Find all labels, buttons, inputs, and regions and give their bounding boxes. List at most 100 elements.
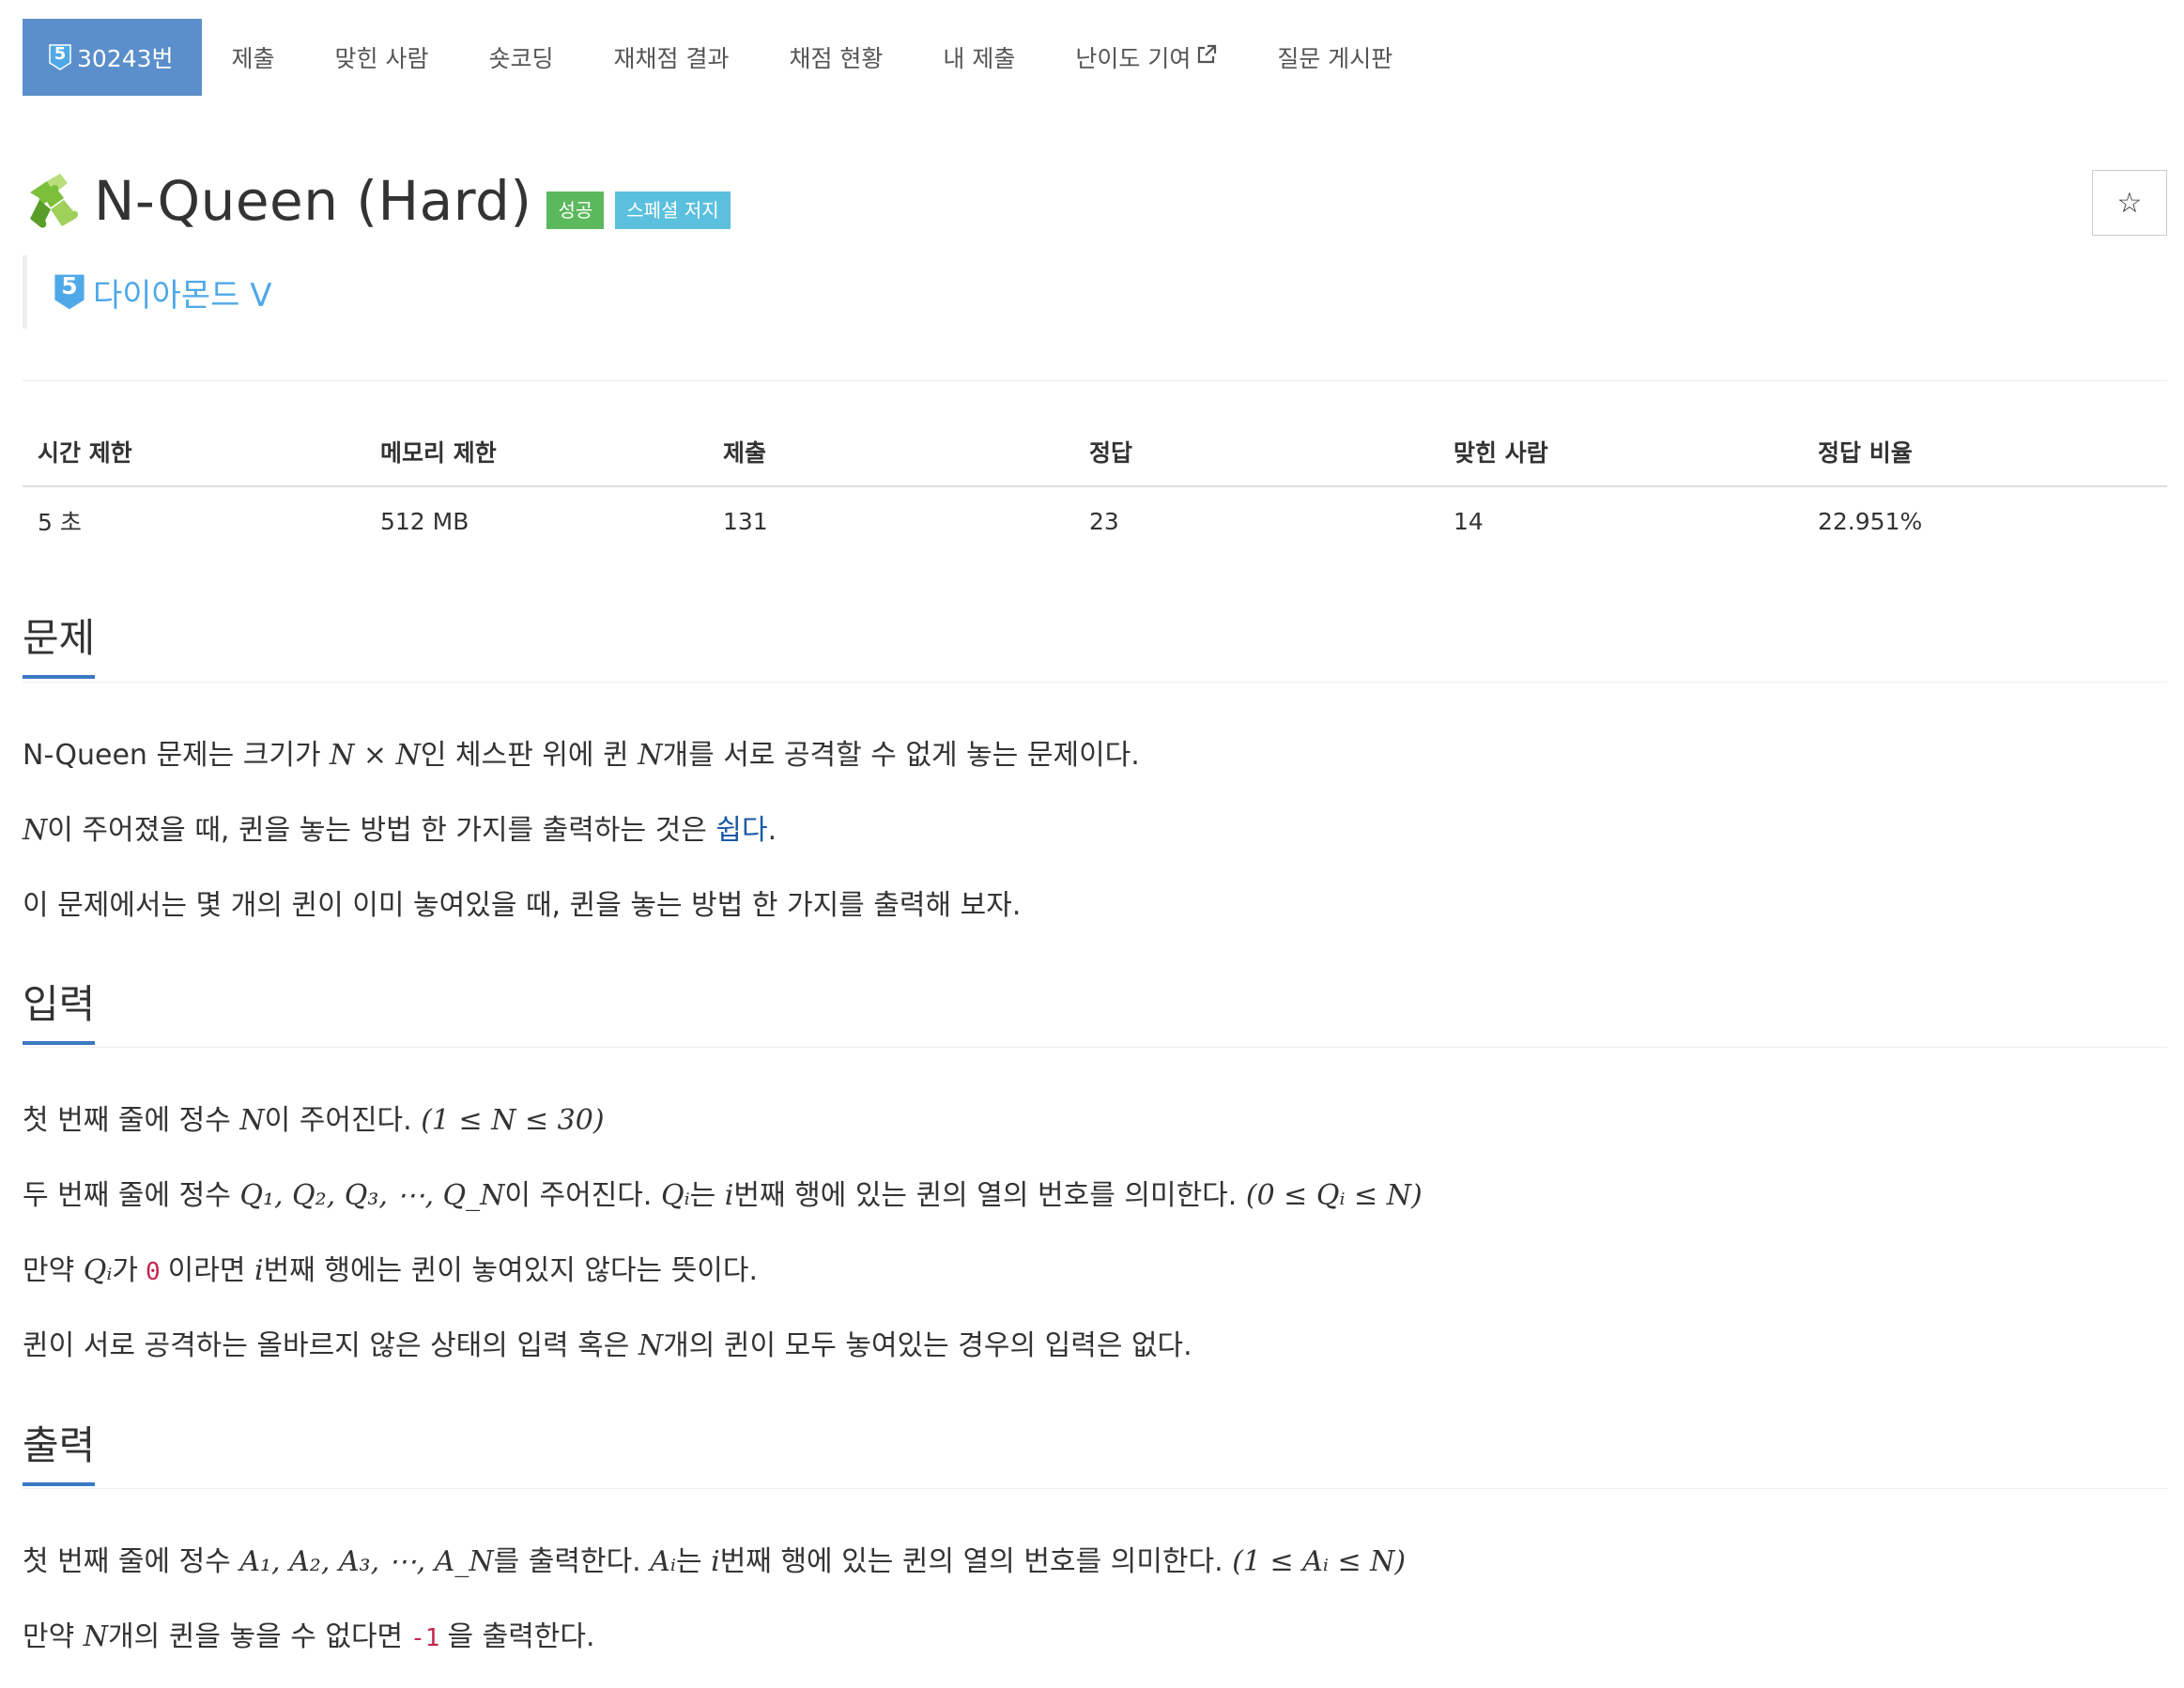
problem-paragraph-1: N-Queen 문제는 크기가 N × N인 체스판 위에 퀸 N개를 서로 공…	[23, 737, 1140, 774]
math: A₁, A₂, A₃, ⋯, A_N	[239, 1545, 494, 1578]
text: 번째 행에 있는 퀸의 열의 번호를 의미한다.	[733, 1179, 1246, 1212]
tier-shield-icon: 5	[49, 44, 71, 70]
tier-number: 5	[61, 272, 78, 299]
easy-link[interactable]: 쉽다	[715, 814, 767, 847]
nav-rejudge[interactable]: 재채점 결과	[584, 19, 760, 96]
text: 인 체스판 위에 퀸	[420, 739, 638, 772]
text: 번째 행에 있는 퀸의 열의 번호를 의미한다.	[719, 1545, 1233, 1578]
external-link-icon	[1196, 44, 1217, 70]
text: N-Queen 문제는 크기가	[23, 739, 331, 772]
puzzle-icon	[23, 172, 81, 230]
math: Qᵢ	[660, 1179, 690, 1212]
section-rule	[23, 1488, 2167, 1489]
text: 첫 번째 줄에 정수	[23, 1545, 240, 1578]
input-paragraph-2: 두 번째 줄에 정수 Q₁, Q₂, Q₃, ⋯, Q_N이 주어진다. Qᵢ는…	[23, 1177, 1423, 1214]
col-memory-limit: 메모리 제한	[365, 418, 708, 487]
math: Q₁, Q₂, Q₃, ⋯, Q_N	[239, 1179, 505, 1212]
math: N	[638, 1329, 664, 1362]
math: i	[254, 1254, 264, 1287]
problem-menu: 5 30243번 제출 맞힌 사람 숏코딩 재채점 결과 채점 현황 내 제출 …	[23, 19, 1423, 96]
star-icon: ☆	[2116, 186, 2143, 220]
tier-block: 5 다이아몬드 V	[23, 255, 271, 329]
nav-submit[interactable]: 제출	[202, 19, 305, 96]
col-time-limit: 시간 제한	[23, 418, 365, 487]
text: 두 번째 줄에 정수	[23, 1179, 240, 1212]
text: 첫 번째 줄에 정수	[23, 1104, 240, 1137]
status-badge-special-judge: 스페셜 저지	[615, 192, 731, 229]
memory-limit-value: 512 MB	[380, 507, 469, 535]
text: 퀸이 서로 공격하는 올바르지 않은 상태의 입력 혹은	[23, 1329, 638, 1362]
math: (1 ≤ N ≤ 30)	[421, 1104, 605, 1137]
tier-number: 5	[54, 44, 67, 64]
divider	[23, 380, 2167, 381]
text: 만약	[23, 1620, 84, 1653]
section-heading-output: 출력	[23, 1422, 96, 1487]
problem-paragraph-2: N이 주어졌을 때, 퀸을 놓는 방법 한 가지를 출력하는 것은 쉽다.	[23, 812, 777, 849]
math: Aᵢ	[650, 1545, 676, 1578]
nav-solved-users[interactable]: 맞힌 사람	[305, 19, 459, 96]
problem-info-table: 시간 제한 메모리 제한 제출 정답 맞힌 사람 정답 비율 5 초 512 M…	[23, 418, 2167, 555]
nav-problem[interactable]: 5 30243번	[23, 19, 202, 96]
accepted-value: 23	[1089, 507, 1119, 535]
problem-title-row: N-Queen (Hard) 성공 스페셜 저지	[23, 169, 731, 233]
math: i	[711, 1545, 720, 1578]
input-paragraph-1: 첫 번째 줄에 정수 N이 주어진다. (1 ≤ N ≤ 30)	[23, 1102, 605, 1139]
nav-difficulty-label: 난이도 기여	[1075, 45, 1192, 72]
table-row: 5 초 512 MB 131 23 14 22.951%	[23, 486, 2167, 555]
text: 을 출력한다.	[447, 1620, 595, 1653]
text: .	[767, 814, 777, 847]
nav-my-submissions[interactable]: 내 제출	[913, 19, 1045, 96]
nav-problem-label: 30243번	[77, 45, 174, 72]
page-title: N-Queen (Hard)	[94, 169, 532, 233]
math: N	[23, 814, 48, 847]
inline-code: 0	[146, 1258, 161, 1286]
math: N	[83, 1620, 108, 1653]
math: (0 ≤ Qᵢ ≤ N)	[1245, 1179, 1423, 1212]
time-limit-value: 5 초	[38, 509, 82, 536]
favorite-star-button[interactable]: ☆	[2092, 170, 2167, 236]
nav-short-coding[interactable]: 숏코딩	[459, 19, 584, 96]
text: 는	[675, 1545, 712, 1578]
solved-users-value: 14	[1453, 507, 1484, 535]
text: 이라면	[167, 1254, 254, 1287]
math: N	[638, 739, 663, 772]
math: N	[239, 1104, 265, 1137]
inline-code: -1	[410, 1624, 440, 1652]
col-submissions: 제출	[708, 418, 1074, 487]
ratio-value: 22.951%	[1818, 507, 1923, 535]
text: 이 주어진다.	[504, 1179, 661, 1212]
text: 는	[689, 1179, 725, 1212]
math: i	[724, 1179, 734, 1212]
section-rule	[23, 1047, 2167, 1048]
problem-paragraph-3: 이 문제에서는 몇 개의 퀸이 이미 놓여있을 때, 퀸을 놓는 방법 한 가지…	[23, 889, 1022, 922]
math: (1 ≤ Aᵢ ≤ N)	[1232, 1545, 1407, 1578]
submissions-value: 131	[723, 507, 768, 535]
text: 이 주어진다.	[264, 1104, 422, 1137]
math: Qᵢ	[83, 1254, 113, 1287]
output-paragraph-2: 만약 N개의 퀸을 놓을 수 없다면 -1 을 출력한다.	[23, 1619, 595, 1655]
text: 개를 서로 공격할 수 없게 놓는 문제이다.	[662, 739, 1140, 772]
text: 이 주어졌을 때, 퀸을 놓는 방법 한 가지를 출력하는 것은	[47, 814, 716, 847]
text: 개의 퀸이 모두 놓여있는 경우의 입력은 없다.	[663, 1329, 1192, 1362]
status-badge-success: 성공	[546, 192, 605, 229]
col-solved-users: 맞힌 사람	[1438, 418, 1803, 487]
tier-name[interactable]: 다이아몬드 V	[93, 269, 271, 315]
text: 가	[112, 1254, 138, 1287]
col-ratio: 정답 비율	[1803, 418, 2167, 487]
section-rule	[23, 682, 2167, 683]
table-header-row: 시간 제한 메모리 제한 제출 정답 맞힌 사람 정답 비율	[23, 418, 2167, 487]
nav-status[interactable]: 채점 현황	[759, 19, 913, 96]
text: 개의 퀸을 놓을 수 없다면	[108, 1620, 404, 1653]
math: N × N	[330, 739, 421, 772]
nav-board[interactable]: 질문 게시판	[1247, 19, 1423, 96]
col-accepted: 정답	[1074, 418, 1438, 487]
input-paragraph-3: 만약 Qᵢ가 0 이라면 i번째 행에는 퀸이 놓여있지 않다는 뜻이다.	[23, 1252, 758, 1289]
tier-shield-icon: 5	[54, 271, 85, 313]
nav-difficulty[interactable]: 난이도 기여	[1045, 19, 1247, 96]
input-paragraph-4: 퀸이 서로 공격하는 올바르지 않은 상태의 입력 혹은 N개의 퀸이 모두 놓…	[23, 1327, 1192, 1364]
text: 만약	[23, 1254, 84, 1287]
output-paragraph-1: 첫 번째 줄에 정수 A₁, A₂, A₃, ⋯, A_N를 출력한다. Aᵢ는…	[23, 1543, 1406, 1580]
text: 번째 행에는 퀸이 놓여있지 않다는 뜻이다.	[263, 1254, 759, 1287]
section-heading-problem: 문제	[23, 615, 96, 680]
section-heading-input: 입력	[23, 981, 96, 1046]
